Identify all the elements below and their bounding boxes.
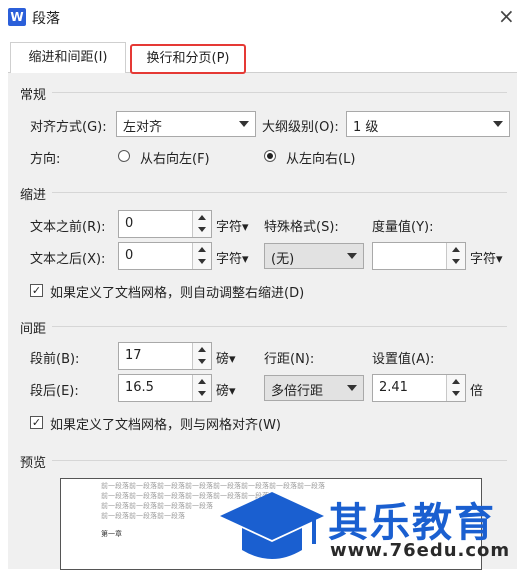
rtl-radio[interactable] xyxy=(118,150,130,162)
chevron-down-icon xyxy=(347,253,357,259)
section-preview-heading: 预览 xyxy=(20,456,47,471)
spin-buttons[interactable] xyxy=(192,343,211,369)
indent-before-stepper[interactable]: 0 xyxy=(118,210,212,238)
chevron-down-icon xyxy=(493,121,503,127)
indent-after-unit[interactable]: 字符▾ xyxy=(216,248,249,267)
line-spacing-select[interactable]: 多倍行距 xyxy=(264,375,364,401)
arrow-up-icon xyxy=(452,379,460,384)
arrow-up-icon xyxy=(198,215,206,220)
rtl-label: 从右向左(F) xyxy=(140,152,210,167)
arrow-up-icon xyxy=(198,347,206,352)
special-format-select[interactable]: (无) xyxy=(264,243,364,269)
outline-level-label: 大纲级别(O): xyxy=(262,120,339,135)
direction-label: 方向: xyxy=(30,152,61,167)
indent-before-value: 0 xyxy=(125,216,134,231)
watermark-url: www.76edu.com xyxy=(330,540,511,561)
arrow-down-icon xyxy=(198,359,206,364)
alignment-label: 对齐方式(G): xyxy=(30,120,107,135)
section-spacing-heading: 间距 xyxy=(20,322,47,337)
special-format-label: 特殊格式(S): xyxy=(264,220,339,235)
indent-after-label: 文本之后(X): xyxy=(30,252,106,267)
section-indent-heading: 缩进 xyxy=(20,188,47,203)
line-spacing-label: 行距(N): xyxy=(264,352,315,367)
spacing-before-stepper[interactable]: 17 xyxy=(118,342,212,370)
arrow-down-icon xyxy=(198,391,206,396)
graduation-cap-icon xyxy=(220,492,324,559)
spacing-after-value: 16.5 xyxy=(125,380,154,395)
setting-value-unit: 倍 xyxy=(470,384,484,399)
measure-label: 度量值(Y): xyxy=(372,220,434,235)
measure-unit[interactable]: 字符▾ xyxy=(470,248,503,267)
measure-stepper[interactable] xyxy=(372,242,466,270)
special-format-value: (无) xyxy=(271,252,295,267)
spacing-after-label: 段后(E): xyxy=(30,384,79,399)
divider xyxy=(52,192,507,193)
alignment-select[interactable]: 左对齐 xyxy=(116,111,256,137)
outline-level-value: 1 级 xyxy=(353,120,379,135)
preview-line: 前一段落前一段落前一段落前一段落 xyxy=(101,502,213,510)
divider xyxy=(52,326,507,327)
title-bar xyxy=(0,0,517,34)
chevron-down-icon xyxy=(239,121,249,127)
tab-indent-spacing[interactable]: 缩进和间距(I) xyxy=(10,42,126,73)
setting-value-stepper[interactable]: 2.41 xyxy=(372,374,466,402)
spacing-after-stepper[interactable]: 16.5 xyxy=(118,374,212,402)
spin-buttons[interactable] xyxy=(192,211,211,237)
arrow-down-icon xyxy=(452,391,460,396)
spin-buttons[interactable] xyxy=(446,375,465,401)
arrow-down-icon xyxy=(452,259,460,264)
auto-adjust-indent-label: 如果定义了文档网格，则自动调整右缩进(D) xyxy=(50,286,305,301)
spacing-after-unit[interactable]: 磅▾ xyxy=(216,380,236,399)
line-spacing-value: 多倍行距 xyxy=(271,384,324,399)
setting-value: 2.41 xyxy=(379,380,408,395)
indent-before-label: 文本之前(R): xyxy=(30,220,106,235)
auto-adjust-indent-checkbox[interactable]: ✓ xyxy=(30,284,43,297)
spacing-before-value: 17 xyxy=(125,348,142,363)
section-general-heading: 常规 xyxy=(20,88,47,103)
arrow-down-icon xyxy=(198,227,206,232)
wps-writer-logo-icon: W xyxy=(8,8,26,26)
arrow-down-icon xyxy=(198,259,206,264)
divider xyxy=(52,460,507,461)
tab-line-page-breaks[interactable]: 换行和分页(P) xyxy=(130,44,246,74)
setting-value-label: 设置值(A): xyxy=(372,352,435,367)
close-icon[interactable]: × xyxy=(498,4,515,28)
ltr-label: 从左向右(L) xyxy=(286,152,356,167)
arrow-up-icon xyxy=(198,247,206,252)
arrow-up-icon xyxy=(198,379,206,384)
preview-line: 前一段落前一段落前一段落 xyxy=(101,512,185,520)
spin-buttons[interactable] xyxy=(446,243,465,269)
spin-buttons[interactable] xyxy=(192,243,211,269)
spin-buttons[interactable] xyxy=(192,375,211,401)
snap-to-grid-checkbox[interactable]: ✓ xyxy=(30,416,43,429)
ltr-radio[interactable] xyxy=(264,150,276,162)
indent-before-unit[interactable]: 字符▾ xyxy=(216,216,249,235)
dialog-title: 段落 xyxy=(32,11,60,27)
arrow-up-icon xyxy=(452,247,460,252)
snap-to-grid-label: 如果定义了文档网格，则与网格对齐(W) xyxy=(50,418,281,433)
spacing-before-unit[interactable]: 磅▾ xyxy=(216,348,236,367)
chevron-down-icon xyxy=(347,385,357,391)
indent-after-stepper[interactable]: 0 xyxy=(118,242,212,270)
spacing-before-label: 段前(B): xyxy=(30,352,80,367)
alignment-value: 左对齐 xyxy=(123,120,163,135)
indent-after-value: 0 xyxy=(125,248,134,263)
outline-level-select[interactable]: 1 级 xyxy=(346,111,510,137)
divider xyxy=(52,92,507,93)
preview-sample: 第一章 xyxy=(101,530,122,538)
